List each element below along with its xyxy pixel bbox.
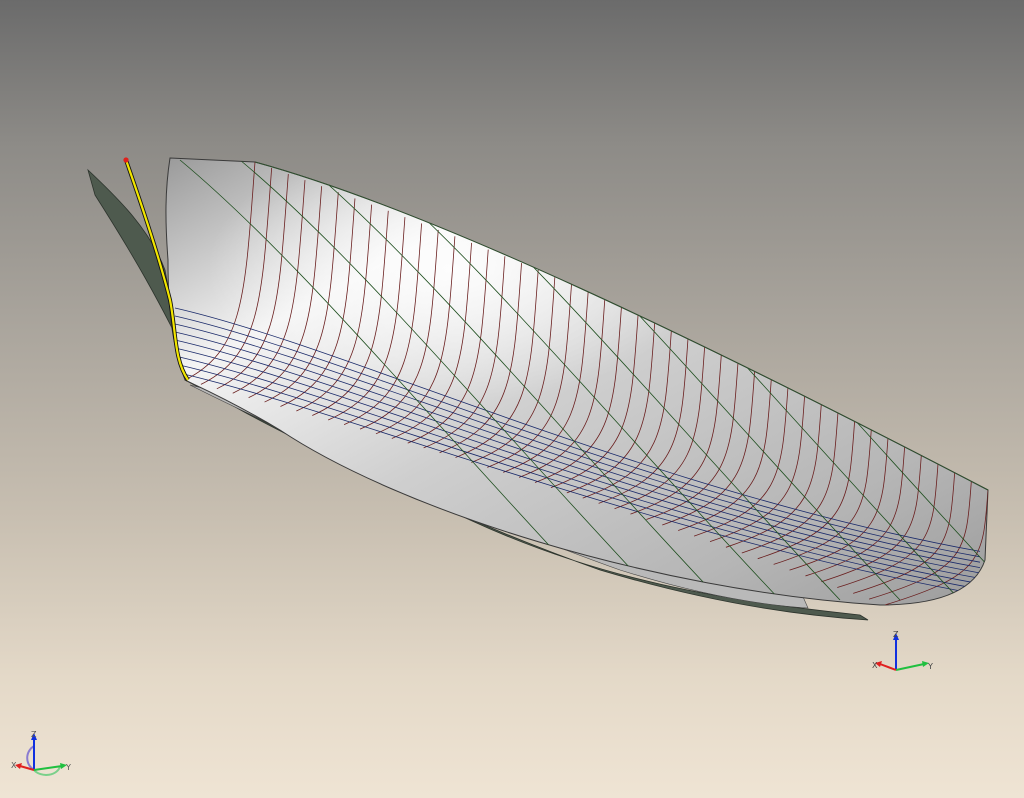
stem-endpoint[interactable]	[123, 157, 129, 163]
y-axis-label: Y	[65, 763, 71, 772]
x-axis-label: X	[11, 761, 17, 770]
hull-model[interactable]	[0, 0, 1024, 798]
xyz-axes-icon[interactable]: Z Y X	[866, 630, 936, 678]
3d-viewport[interactable]: Z Y X Z Y X	[0, 0, 1024, 798]
y-axis-label: Y	[927, 662, 933, 671]
z-axis-label: Z	[893, 630, 899, 639]
xyz-axes-icon[interactable]: Z Y X	[8, 728, 78, 778]
z-axis-label: Z	[31, 730, 37, 739]
x-axis-label: X	[872, 661, 878, 670]
